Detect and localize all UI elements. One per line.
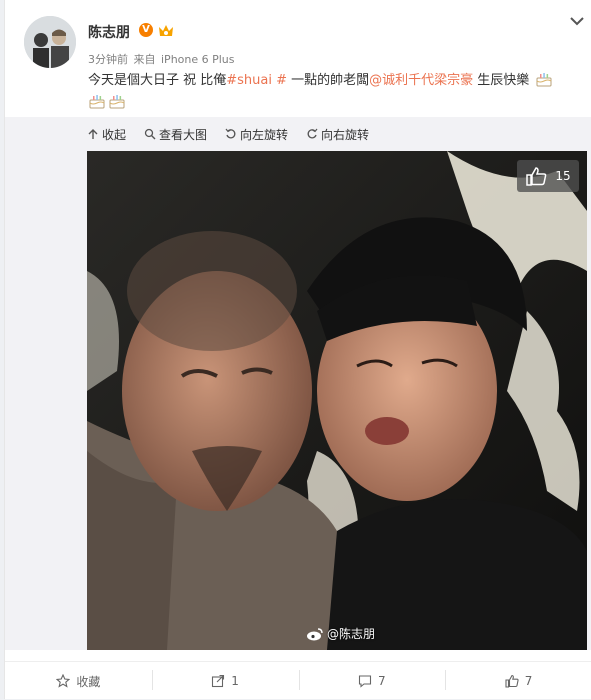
repost-count: 1 bbox=[231, 674, 239, 688]
rotate-right-icon bbox=[307, 128, 318, 139]
like-button[interactable]: 7 bbox=[445, 662, 591, 700]
cake-icon bbox=[536, 73, 552, 87]
chevron-down-icon[interactable] bbox=[568, 14, 586, 28]
rotate-right-label: 向右旋转 bbox=[321, 127, 370, 142]
thumbs-up-icon bbox=[526, 167, 547, 186]
member-crown-icon[interactable] bbox=[157, 22, 175, 38]
collapse-button[interactable]: 收起 bbox=[87, 126, 126, 142]
comment-count: 7 bbox=[378, 674, 386, 688]
post-action-bar: 收藏 1 7 7 bbox=[5, 661, 591, 700]
post-meta: 3分钟前 来自 iPhone 6 Plus bbox=[88, 51, 237, 67]
like-count: 7 bbox=[524, 674, 533, 688]
view-large-button[interactable]: 查看大图 bbox=[144, 126, 207, 142]
weibo-post-card: 陈志朋 V 3分钟前 来自 iPhone 6 Plus 今天是個大日子 祝 比俺… bbox=[4, 0, 591, 699]
verified-badge: V bbox=[139, 23, 153, 37]
collapse-up-icon bbox=[88, 129, 98, 139]
star-icon bbox=[56, 674, 71, 688]
post-text-part2: 一點的帥老闆 bbox=[287, 73, 370, 88]
avatar[interactable] bbox=[24, 16, 76, 68]
favorite-label: 收藏 bbox=[76, 674, 101, 689]
post-from-label: 来自 bbox=[133, 53, 156, 66]
collapse-label: 收起 bbox=[102, 127, 127, 142]
post-text-part3: 生辰快樂 bbox=[473, 73, 530, 88]
rotate-left-icon bbox=[225, 128, 236, 139]
watermark-text: @陈志朋 bbox=[326, 627, 375, 641]
thumbs-up-icon bbox=[505, 674, 519, 688]
post-photo[interactable]: 15 @陈志朋 bbox=[87, 151, 587, 650]
photo-image bbox=[87, 151, 587, 650]
post-time[interactable]: 3分钟前 bbox=[88, 53, 128, 66]
zoom-icon bbox=[144, 128, 156, 140]
weibo-icon bbox=[306, 627, 323, 640]
mention-link[interactable]: @诚利千代梁宗豪 bbox=[369, 73, 473, 88]
photo-like-count: 15 bbox=[555, 169, 571, 183]
repost-icon bbox=[212, 674, 225, 688]
rotate-left-button[interactable]: 向左旋转 bbox=[225, 126, 288, 142]
view-large-label: 查看大图 bbox=[159, 127, 208, 142]
username[interactable]: 陈志朋 bbox=[88, 22, 130, 42]
rotate-left-label: 向左旋转 bbox=[240, 127, 289, 142]
post-device[interactable]: iPhone 6 Plus bbox=[161, 53, 235, 66]
post-text: 今天是個大日子 祝 比俺#shuai # 一點的帥老闆@诚利千代梁宗豪 生辰快樂 bbox=[88, 70, 583, 114]
cake-icon bbox=[89, 95, 105, 109]
comment-icon bbox=[358, 675, 372, 688]
favorite-button[interactable]: 收藏 bbox=[5, 662, 152, 700]
repost-button[interactable]: 1 bbox=[151, 662, 299, 700]
post-text-part1: 今天是個大日子 祝 比俺 bbox=[88, 73, 227, 88]
hashtag-link[interactable]: #shuai # bbox=[226, 73, 287, 88]
cake-icon bbox=[109, 95, 125, 109]
comment-button[interactable]: 7 bbox=[298, 662, 446, 700]
media-toolbar: 收起 查看大图 向左旋转 向右旋转 bbox=[87, 126, 369, 142]
photo-watermark: @陈志朋 bbox=[306, 625, 375, 642]
photo-like-badge[interactable]: 15 bbox=[517, 160, 579, 192]
rotate-right-button[interactable]: 向右旋转 bbox=[306, 126, 369, 142]
